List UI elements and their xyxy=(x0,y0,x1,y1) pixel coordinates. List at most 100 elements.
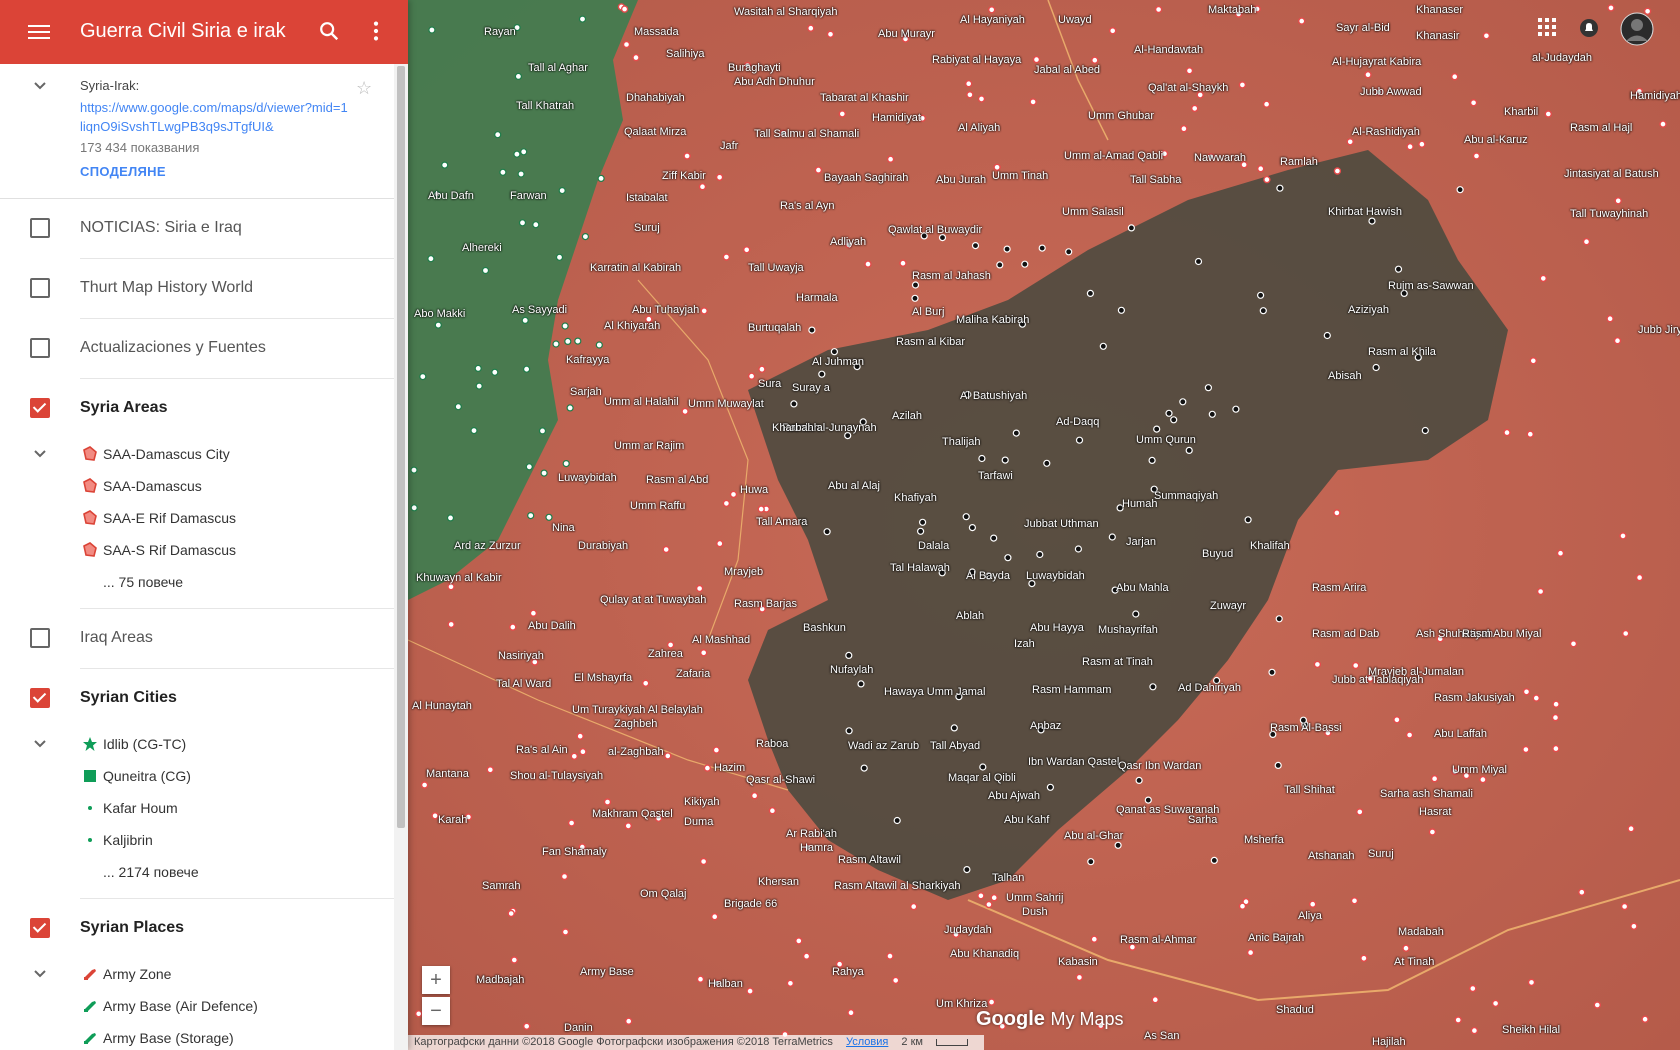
legend-item-label: SAA-Damascus City xyxy=(103,446,230,462)
village-marker xyxy=(1469,984,1477,993)
legend-list[interactable]: Syria-Irak: https://www.google.com/maps/… xyxy=(0,64,394,1050)
layer-syrian-cities[interactable]: Syrian Cities xyxy=(30,669,394,728)
village-marker xyxy=(977,95,986,103)
legend-item[interactable]: SAA-S Rif Damascus xyxy=(0,534,394,566)
search-icon[interactable] xyxy=(318,20,340,42)
layer-checkbox[interactable] xyxy=(30,278,50,298)
layer-noticias[interactable]: NOTICIAS: Siria e Iraq xyxy=(30,199,394,259)
legend-item[interactable]: SAA-E Rif Damascus xyxy=(0,502,394,534)
legend-more[interactable]: ... 2174 повече xyxy=(0,856,394,888)
village-marker xyxy=(918,518,927,526)
legend-more-label[interactable]: ... 2174 повече xyxy=(103,864,199,880)
layer-checkbox[interactable] xyxy=(30,338,50,358)
more-vert-icon[interactable] xyxy=(372,20,380,42)
map-label: Salihiya xyxy=(666,48,705,60)
village-marker xyxy=(1402,944,1410,952)
layer-checkbox[interactable] xyxy=(30,218,50,238)
map-label: Nawwarah xyxy=(1194,152,1246,164)
layer-thurt-map[interactable]: Thurt Map History World xyxy=(30,259,394,319)
map-label: Abu al Alaj xyxy=(828,480,880,492)
layer-checkbox[interactable] xyxy=(30,688,50,708)
layer-checkbox[interactable] xyxy=(30,398,50,418)
zoom-in-button[interactable]: + xyxy=(422,966,450,994)
map-label: Umm Sahrij xyxy=(1006,892,1064,904)
layer-checkbox[interactable] xyxy=(30,628,50,648)
village-marker xyxy=(1232,405,1240,413)
map-label: Rasm Jakusiyah xyxy=(1434,692,1515,704)
village-marker xyxy=(1352,661,1360,670)
map-label: Qasr Ibn Wardan xyxy=(1118,760,1202,772)
map-canvas[interactable]: Rayan Tall al Aghar Tall Khatrah Abu Daf… xyxy=(408,0,1680,1050)
village-marker xyxy=(886,155,895,163)
village-marker xyxy=(1298,17,1306,25)
map-label: Tall Khatrah xyxy=(516,100,575,112)
map-info-link[interactable]: https://www.google.com/maps/d/viewer?mid… xyxy=(80,98,350,136)
map-label: Umm al-Amad Qabli xyxy=(1064,150,1164,162)
map-label: Abu Tuhayjah xyxy=(632,304,700,316)
layer-checkbox[interactable] xyxy=(30,918,50,938)
chevron-down-icon[interactable] xyxy=(32,446,48,462)
village-marker xyxy=(1165,409,1173,417)
map-label: Rasm Barjas xyxy=(734,598,797,610)
map-label: Talhan xyxy=(992,872,1025,884)
map-label: Suruj xyxy=(634,222,660,234)
layer-syria-areas[interactable]: Syria Areas xyxy=(30,379,394,438)
map-label: Mantana xyxy=(426,768,469,780)
map-label: Makhram Qastel xyxy=(592,808,673,820)
map-label: Danin xyxy=(564,1022,593,1034)
map-label: Khirbat Hawish xyxy=(1328,206,1402,218)
village-marker xyxy=(419,373,427,381)
legend-item[interactable]: Kaljibrin xyxy=(0,824,394,856)
village-marker xyxy=(624,822,633,830)
layer-iraq-areas[interactable]: Iraq Areas xyxy=(30,609,394,669)
chevron-down-icon[interactable] xyxy=(32,78,48,94)
legend-item-label: Army Base (Air Defence) xyxy=(103,998,258,1014)
star-icon[interactable]: ☆ xyxy=(356,78,372,99)
map-label: Jubb Awwad xyxy=(1360,86,1422,98)
village-marker xyxy=(1259,307,1267,315)
legend-more-label[interactable]: ... 75 повече xyxy=(103,574,183,590)
layer-label: Thurt Map History World xyxy=(80,279,254,296)
village-marker xyxy=(978,454,986,463)
share-button[interactable]: СПОДЕЛЯНЕ xyxy=(80,164,166,179)
chevron-down-icon[interactable] xyxy=(32,966,48,982)
legend-item[interactable]: Quneitra (CG) xyxy=(0,760,394,792)
village-marker xyxy=(567,819,576,827)
map-label: Hazim xyxy=(714,762,746,774)
map-attribution: Картографски данни ©2018 Google Фотограф… xyxy=(408,1035,985,1050)
village-marker xyxy=(1276,184,1284,192)
village-marker xyxy=(564,337,572,345)
legend-item[interactable]: Kafar Houm xyxy=(0,792,394,824)
chevron-down-icon[interactable] xyxy=(32,736,48,752)
village-marker xyxy=(538,427,547,435)
map-label: Rasm Arira xyxy=(1312,582,1367,594)
zoom-out-button[interactable]: − xyxy=(422,997,450,1025)
legend-more[interactable]: ... 75 повече xyxy=(0,566,394,598)
menu-icon[interactable] xyxy=(28,22,50,40)
village-marker xyxy=(420,781,429,789)
legend-item[interactable]: SAA-Damascus xyxy=(0,470,394,502)
scrollbar-thumb[interactable] xyxy=(397,66,405,828)
legend-item[interactable]: Idlib (CG-TC) xyxy=(0,728,394,760)
rifle-red-icon xyxy=(84,969,96,980)
legend-item[interactable]: Army Base (Air Defence) xyxy=(0,990,394,1022)
terms-link[interactable]: Условия xyxy=(846,1036,888,1048)
legend-item[interactable]: SAA-Damascus City xyxy=(0,438,394,470)
scrollbar[interactable] xyxy=(394,64,408,1050)
map-label: Anbaz xyxy=(1030,720,1062,732)
village-marker xyxy=(1004,554,1012,562)
legend-item[interactable]: Army Base (Storage) xyxy=(0,1022,394,1050)
map-label: Suray a xyxy=(792,382,830,394)
map-label: Rahya xyxy=(832,966,864,978)
village-marker xyxy=(700,649,708,657)
map-label: Fan Shamaly xyxy=(542,846,607,858)
map-label: Rasm Abu Miyal xyxy=(1462,628,1542,640)
layer-actualizaciones[interactable]: Actualizaciones y Fuentes xyxy=(30,319,394,379)
polygon-red-icon xyxy=(83,446,97,461)
village-marker xyxy=(518,219,527,227)
layer-syrian-places[interactable]: Syrian Places xyxy=(30,899,394,958)
village-marker xyxy=(558,187,566,195)
legend-item[interactable]: Army Zone xyxy=(0,958,394,990)
map-label: Umm Raffu xyxy=(630,500,686,512)
village-marker xyxy=(410,466,418,474)
